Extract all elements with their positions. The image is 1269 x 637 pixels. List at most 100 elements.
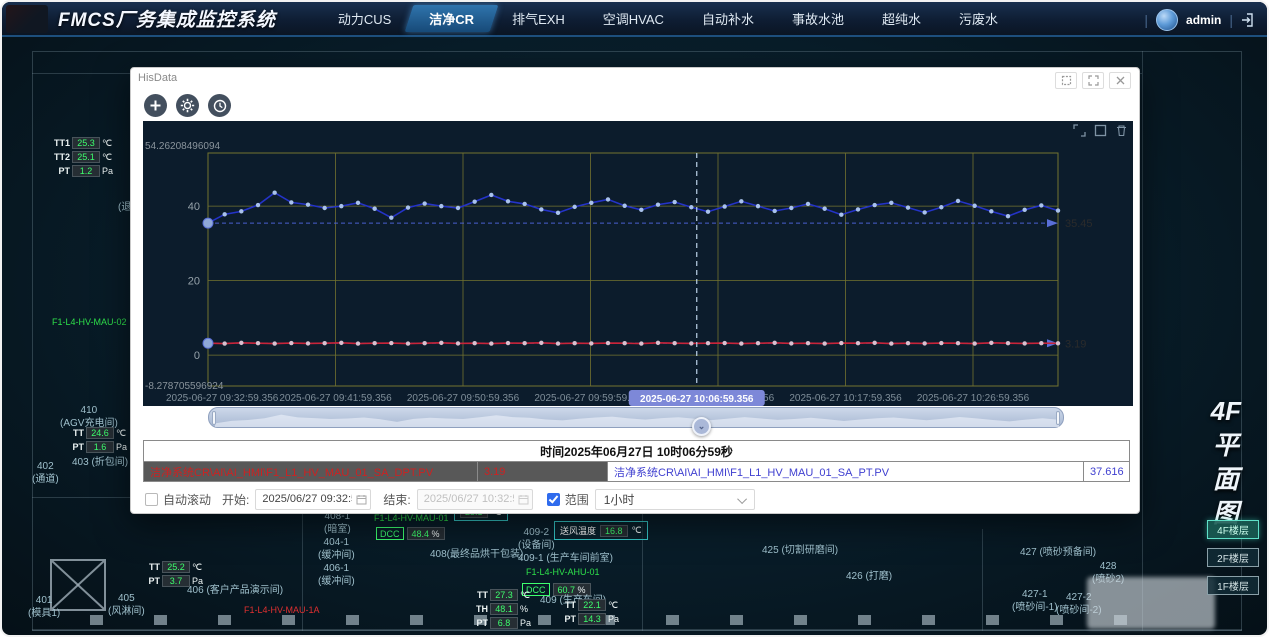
tag-value-table: 时间2025年06月27日 10时06分59秒 洁净系统CR\AI\AI_HMI… [143, 440, 1130, 482]
separator: | [1229, 12, 1233, 28]
tab-污废水[interactable]: 污废水 [943, 4, 1014, 33]
pillar [922, 615, 935, 625]
maximize-icon[interactable] [1082, 72, 1104, 89]
add-curve-icon[interactable] [144, 94, 167, 117]
end-label: 结束: [383, 491, 410, 508]
chart-toolbar [144, 94, 231, 117]
floor-button-2F楼层[interactable]: 2F楼层 [1207, 548, 1259, 567]
zoom-reset-icon[interactable] [1072, 123, 1087, 138]
username-label: admin [1186, 13, 1221, 27]
svg-text:3.19: 3.19 [1065, 338, 1086, 350]
hisdata-dialog: HisData [130, 67, 1140, 514]
table-row[interactable]: 洁净系统CR\AI\AI_HMI\F1_L1_HV_MAU_01_SA_DPT.… [144, 462, 1130, 482]
close-icon[interactable] [1109, 72, 1131, 89]
window-controls [1055, 72, 1131, 89]
pillar [538, 615, 551, 625]
room-label: 408(最终品烘干包装) [430, 549, 523, 562]
range-dropdown[interactable]: 1小时 [595, 489, 755, 510]
time-clock-icon[interactable] [208, 94, 231, 117]
app-title: FMCS厂务集成监控系统 [58, 5, 276, 32]
room-label: 406-1 (缓冲间) [318, 563, 355, 588]
tag-name-blue[interactable]: 洁净系统CR\AI\AI_HMI\F1_L1_HV_MAU_01_SA_PT.P… [608, 462, 1084, 482]
tab-事故水池[interactable]: 事故水池 [776, 4, 860, 33]
restore-icon[interactable] [1055, 72, 1077, 89]
main-nav-tabs: 动力CUS洁净CR排气EXH空调HVAC自动补水事故水池超纯水污废水 [322, 4, 1014, 33]
svg-text:2025-06-27 10:26:59.356: 2025-06-27 10:26:59.356 [917, 393, 1030, 404]
dcc-badge: DCC48.4 % [376, 527, 445, 540]
svg-text:2025-06-27 10:17:59.356: 2025-06-27 10:17:59.356 [789, 393, 902, 404]
svg-text:2025-06-27 09:50:59.356: 2025-06-27 09:50:59.356 [407, 393, 520, 404]
room-label: 427 (喷砂预备间) [1020, 547, 1096, 560]
floor-selector-buttons: 4F楼层 2F楼层 1F楼层 [1207, 520, 1259, 595]
separator: | [1144, 12, 1148, 28]
room-label: 401 (模具1) [28, 595, 60, 620]
pillar [794, 615, 807, 625]
temperature-box: 送风温度16.8℃ [554, 521, 648, 540]
pillar [154, 615, 167, 625]
tab-空调HVAC[interactable]: 空调HVAC [587, 4, 680, 33]
plan-title-char: 4F [1211, 394, 1241, 428]
room-label: 404-1 (缓冲间) [318, 537, 355, 562]
pillar [218, 615, 231, 625]
trend-plot[interactable]: 020402025-06-27 09:32:59.3562025-06-27 0… [143, 121, 1133, 406]
start-label: 开始: [222, 491, 249, 508]
settings-gear-icon[interactable] [176, 94, 199, 117]
tab-自动补水[interactable]: 自动补水 [686, 4, 770, 33]
sensor-readout-group: TT25.2℃PT3.7Pa [140, 561, 203, 587]
tab-超纯水[interactable]: 超纯水 [866, 4, 937, 33]
tab-排气EXH[interactable]: 排气EXH [496, 4, 581, 33]
tag-value-blue: 37.616 [1084, 462, 1130, 482]
range-label: 范围 [565, 491, 589, 508]
equipment-tag: F1-L4-HV-AHU-01 [526, 567, 600, 577]
sensor-readout-group: TT22.1℃PT14.3Pa [556, 599, 619, 625]
range-checkbox[interactable] [547, 493, 560, 506]
tab-洁净CR[interactable]: 洁净CR [413, 4, 490, 33]
room-label: 403 (折包间) [72, 457, 128, 470]
svg-text:35.45: 35.45 [1065, 218, 1093, 230]
blurred-region [1087, 577, 1215, 629]
box-select-icon[interactable] [1093, 123, 1108, 138]
corner-logo [6, 5, 48, 33]
floor-button-1F楼层[interactable]: 1F楼层 [1207, 576, 1259, 595]
equipment-tag: F1-L4-HV-MAU-02 [52, 317, 127, 327]
room-label: 405 (风淋间) [108, 593, 145, 618]
autoscroll-label: 自动滚动 [163, 491, 211, 508]
app-window: FMCS厂务集成监控系统 动力CUS洁净CR排气EXH空调HVAC自动补水事故水… [0, 0, 1269, 637]
pillar [282, 615, 295, 625]
timeline-left-handle[interactable] [212, 411, 216, 425]
pillar [90, 615, 103, 625]
svg-text:20: 20 [188, 276, 200, 288]
room-label: 402 (通道) [32, 461, 59, 486]
history-trend-chart[interactable]: 020402025-06-27 09:32:59.3562025-06-27 0… [143, 121, 1133, 406]
room-label: 409-1 (生产车间前室) [518, 553, 613, 566]
floor-button-4F楼层[interactable]: 4F楼层 [1207, 520, 1259, 539]
logout-icon[interactable] [1241, 12, 1257, 28]
svg-text:54.26208496094: 54.26208496094 [145, 141, 221, 152]
tab-动力CUS[interactable]: 动力CUS [322, 4, 407, 33]
plan-title-char: 平 [1213, 428, 1239, 462]
user-zone: | admin | [1144, 2, 1257, 37]
pillar [730, 615, 743, 625]
autoscroll-checkbox[interactable] [145, 493, 158, 506]
start-datetime-input[interactable] [255, 489, 371, 510]
svg-text:2025-06-27 09:41:59.356: 2025-06-27 09:41:59.356 [279, 393, 392, 404]
end-datetime-input[interactable] [417, 489, 533, 510]
timeline-cursor-handle[interactable]: ⌄ [692, 417, 711, 436]
tag-name-red[interactable]: 洁净系统CR\AI\AI_HMI\F1_L1_HV_MAU_01_SA_DPT.… [144, 462, 478, 482]
time-range-controls: 自动滚动 开始: 结束: 范围 1小时 [145, 488, 755, 510]
delete-curve-icon[interactable] [1114, 123, 1129, 138]
room-label: 427-1 (喷砂间-1) [1012, 589, 1058, 614]
room-label: 426 (打磨) [846, 571, 892, 584]
timeline-scrollbar[interactable]: ⌄ [208, 407, 1064, 428]
room-label: 408-1 (暗室) [324, 511, 351, 536]
equipment-tag: F1-L4-HV-MAU-01 [374, 513, 449, 523]
sensor-readout-group: TT24.6℃PT1.6Pa [64, 427, 127, 453]
room-label: 425 (切割研磨间) [762, 545, 838, 558]
pillar [410, 615, 423, 625]
floor-plan-title: 4F平面图 [1211, 394, 1241, 530]
timeline-right-handle[interactable] [1056, 411, 1060, 425]
svg-text:-8.278705596924: -8.278705596924 [145, 381, 224, 392]
room-label: 409-2 (设备间) [518, 527, 555, 552]
user-avatar[interactable] [1156, 9, 1178, 31]
equipment-tag-alarm: F1-L4-HV-MAU-1A [244, 605, 320, 615]
